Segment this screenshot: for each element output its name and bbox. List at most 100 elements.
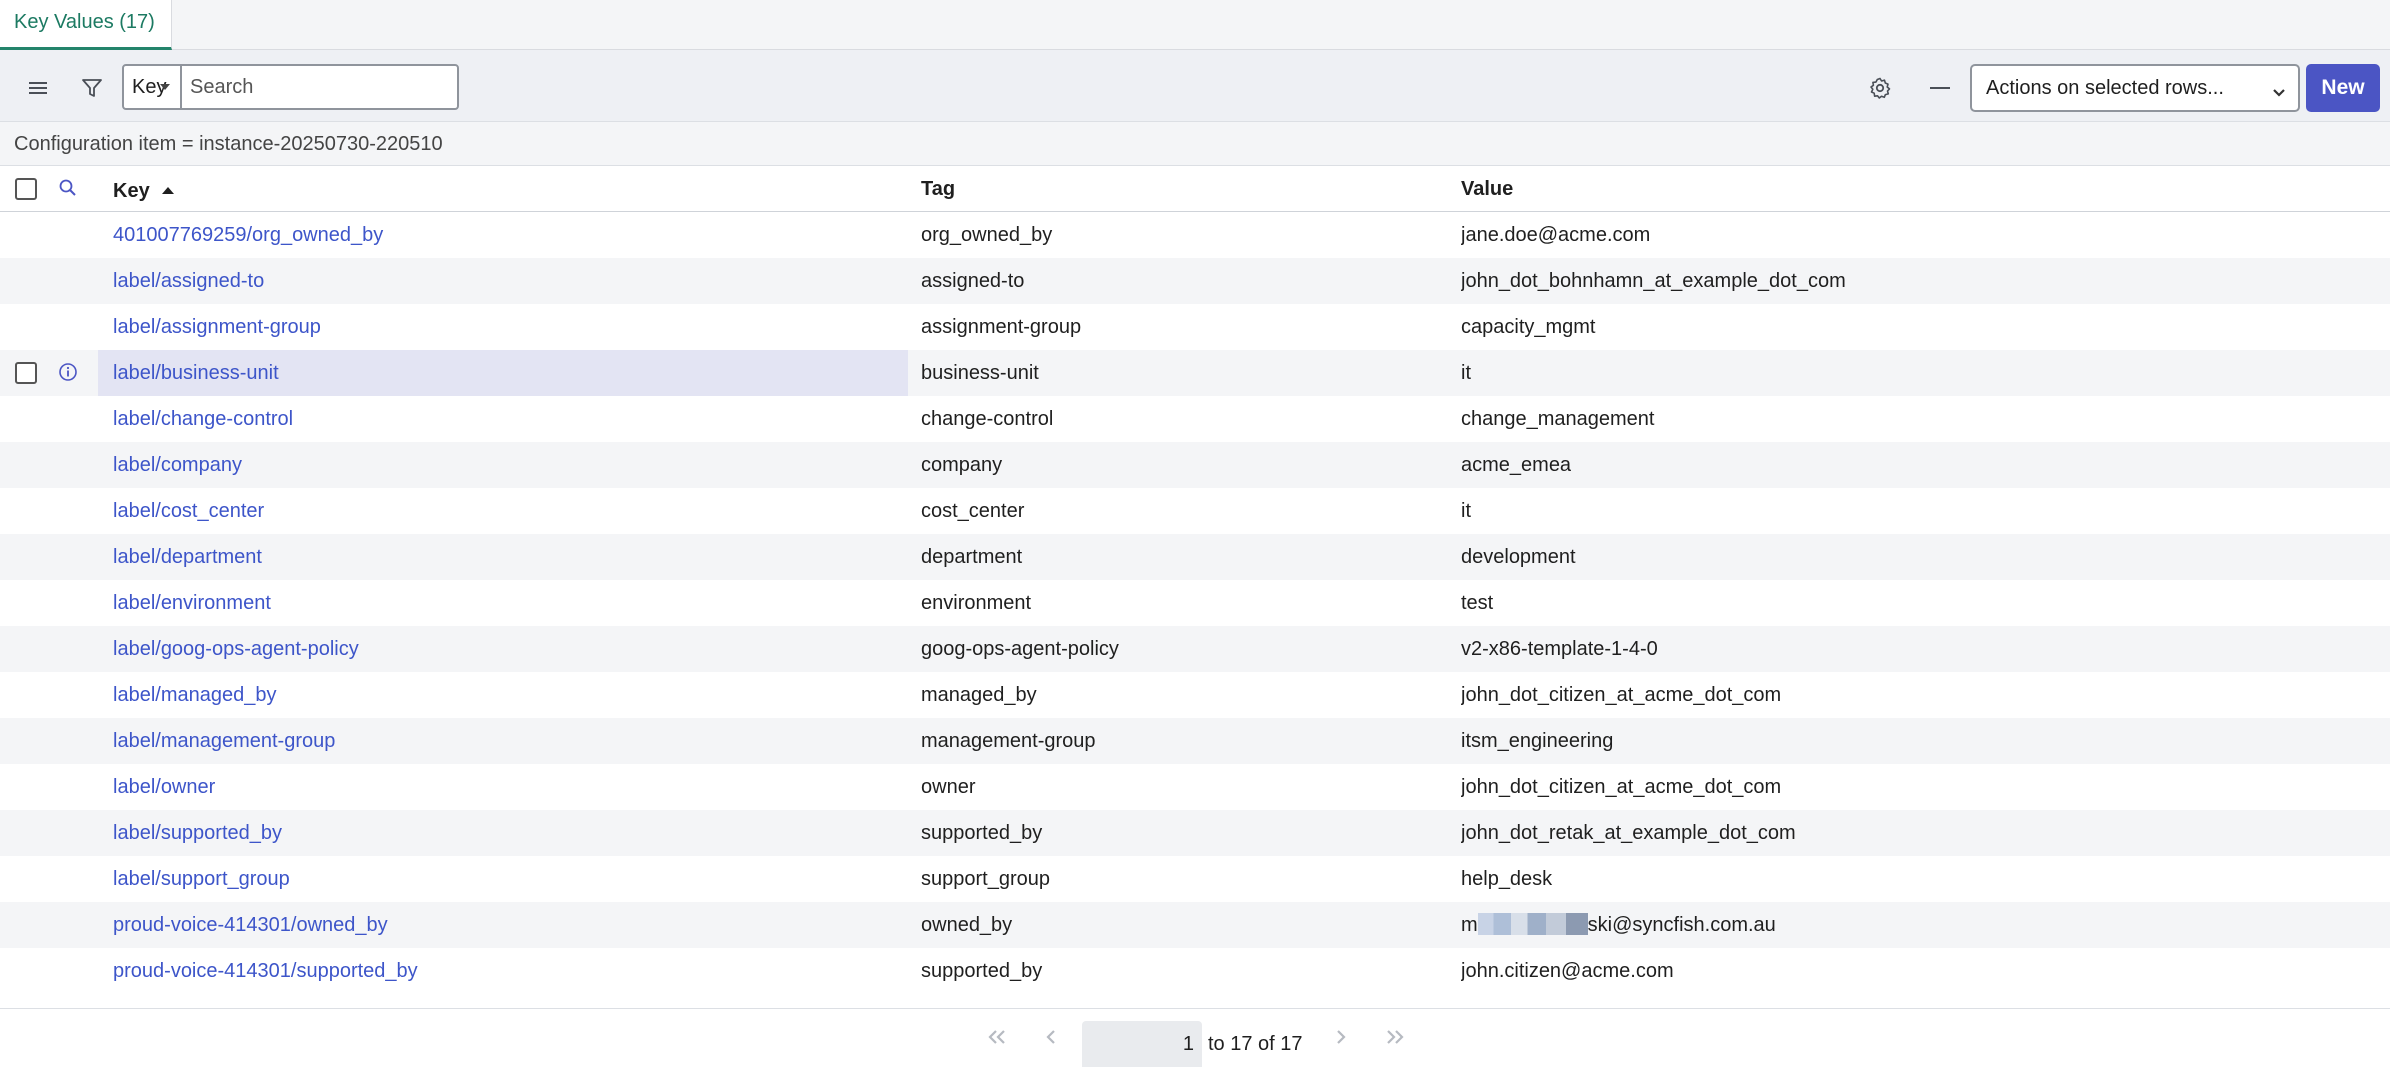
key-link[interactable]: label/cost_center: [98, 488, 908, 534]
caret-down-icon: [160, 84, 170, 90]
tag-cell: assigned-to: [921, 270, 1025, 292]
column-search-icon[interactable]: [58, 178, 80, 200]
first-page-icon[interactable]: [986, 1029, 1008, 1050]
tag-cell: change-control: [921, 408, 1054, 430]
value-cell: acme_emea: [1461, 454, 1572, 476]
key-link[interactable]: label/owner: [98, 764, 908, 810]
value-cell: v2-x86-template-1-4-0: [1461, 638, 1658, 660]
hamburger-menu-icon[interactable]: [22, 72, 54, 104]
tag-cell: assignment-group: [921, 316, 1082, 338]
tab-key-values[interactable]: Key Values (17): [0, 0, 172, 50]
table-row[interactable]: label/change-control change-control chan…: [0, 396, 2390, 442]
table-row[interactable]: label/goog-ops-agent-policy goog-ops-age…: [0, 626, 2390, 672]
value-prefix: m: [1461, 914, 1478, 936]
new-button[interactable]: New: [2306, 64, 2380, 112]
tag-cell: management-group: [921, 730, 1096, 752]
table-row[interactable]: label/assignment-group assignment-group …: [0, 304, 2390, 350]
list-toolbar: Key Actions on selected rows... New: [0, 50, 2390, 122]
tag-cell: owned_by: [921, 914, 1013, 936]
tag-cell: environment: [921, 592, 1032, 614]
key-link[interactable]: label/assigned-to: [98, 258, 908, 304]
last-page-icon[interactable]: [1384, 1029, 1406, 1050]
key-link[interactable]: label/environment: [98, 580, 908, 626]
key-link[interactable]: label/assignment-group: [98, 304, 908, 350]
key-link[interactable]: label/change-control: [98, 396, 908, 442]
column-header-key-label: Key: [113, 180, 150, 202]
column-header-key[interactable]: Key: [113, 166, 175, 212]
tag-cell: business-unit: [921, 362, 1039, 384]
tag-cell: support_group: [921, 868, 1050, 890]
redacted-blur: [1477, 913, 1588, 935]
key-link[interactable]: label/support_group: [98, 856, 908, 902]
table-row[interactable]: label/supported_by supported_by john_dot…: [0, 810, 2390, 856]
tag-cell: company: [921, 454, 1003, 476]
select-all-checkbox[interactable]: [15, 178, 37, 200]
collapse-minus-icon[interactable]: [1924, 72, 1956, 104]
tag-cell: department: [921, 546, 1023, 568]
table-row[interactable]: label/management-group management-group …: [0, 718, 2390, 764]
table-row[interactable]: 401007769259/org_owned_by org_owned_by j…: [0, 212, 2390, 258]
tab-strip: Key Values (17): [0, 0, 2390, 50]
search-input[interactable]: [182, 66, 457, 108]
table-row[interactable]: proud-voice-414301/supported_by supporte…: [0, 948, 2390, 994]
breadcrumb[interactable]: Configuration item = instance-20250730-2…: [0, 122, 2390, 166]
tag-cell: supported_by: [921, 960, 1043, 982]
search-group: Key: [122, 64, 459, 110]
value-cell: it: [1461, 500, 1471, 522]
table-row[interactable]: label/environment environment test: [0, 580, 2390, 626]
table-row[interactable]: label/managed_by managed_by john_dot_cit…: [0, 672, 2390, 718]
table-row[interactable]: label/company company acme_emea: [0, 442, 2390, 488]
table-row[interactable]: label/support_group support_group help_d…: [0, 856, 2390, 902]
filter-icon[interactable]: [76, 72, 108, 104]
value-cell: itsm_engineering: [1461, 730, 1614, 752]
value-suffix: ski@syncfish.com.au: [1587, 914, 1776, 936]
value-cell: change_management: [1461, 408, 1655, 430]
search-field-select[interactable]: Key: [124, 66, 182, 108]
next-page-icon[interactable]: [1334, 1029, 1348, 1050]
key-link[interactable]: 401007769259/org_owned_by: [98, 212, 908, 258]
previous-page-icon[interactable]: [1044, 1029, 1058, 1050]
tag-cell: owner: [921, 776, 976, 798]
table-row[interactable]: label/cost_center cost_center it: [0, 488, 2390, 534]
info-icon[interactable]: [58, 362, 80, 384]
table-row[interactable]: label/assigned-to assigned-to john_dot_b…: [0, 258, 2390, 304]
key-link[interactable]: label/goog-ops-agent-policy: [98, 626, 908, 672]
key-link[interactable]: label/management-group: [98, 718, 908, 764]
key-link[interactable]: label/business-unit: [98, 350, 908, 396]
value-cell: john_dot_citizen_at_acme_dot_com: [1461, 776, 1782, 798]
value-cell: it: [1461, 362, 1471, 384]
value-cell: test: [1461, 592, 1494, 614]
key-link[interactable]: label/department: [98, 534, 908, 580]
value-cell: m ski@syncfish.com.au: [1461, 902, 2361, 948]
table-header: Key Tag Value: [0, 166, 2390, 212]
page-range-text: to 17 of 17: [1208, 1033, 1303, 1055]
key-link[interactable]: label/company: [98, 442, 908, 488]
value-cell: john_dot_bohnhamn_at_example_dot_com: [1461, 270, 1846, 292]
tag-cell: cost_center: [921, 500, 1025, 522]
column-header-value[interactable]: Value: [1461, 166, 1513, 212]
gear-icon[interactable]: [1864, 72, 1896, 104]
value-cell: development: [1461, 546, 1576, 568]
key-link[interactable]: proud-voice-414301/owned_by: [98, 902, 908, 948]
table-row[interactable]: label/business-unit business-unit it: [0, 350, 2390, 396]
actions-on-selected-rows-select[interactable]: Actions on selected rows...: [1970, 64, 2300, 112]
value-cell: help_desk: [1461, 868, 1553, 890]
key-link[interactable]: label/supported_by: [98, 810, 908, 856]
column-header-tag[interactable]: Tag: [921, 166, 955, 212]
page-number-input[interactable]: 1: [1082, 1021, 1202, 1067]
value-cell: john_dot_citizen_at_acme_dot_com: [1461, 684, 1782, 706]
value-cell: john_dot_retak_at_example_dot_com: [1461, 822, 1796, 844]
key-values-table: Key Tag Value 401007769259/org_owned_by …: [0, 166, 2390, 994]
tag-cell: goog-ops-agent-policy: [921, 638, 1119, 660]
row-select-checkbox[interactable]: [15, 362, 37, 384]
tag-cell: org_owned_by: [921, 224, 1053, 246]
key-link[interactable]: proud-voice-414301/supported_by: [98, 948, 908, 994]
table-row[interactable]: label/owner owner john_dot_citizen_at_ac…: [0, 764, 2390, 810]
actions-select-label: Actions on selected rows...: [1986, 77, 2224, 99]
tag-cell: managed_by: [921, 684, 1037, 706]
key-link[interactable]: label/managed_by: [98, 672, 908, 718]
value-cell: jane.doe@acme.com: [1461, 224, 1651, 246]
table-row[interactable]: proud-voice-414301/owned_by owned_by m sk…: [0, 902, 2390, 948]
table-row[interactable]: label/department department development: [0, 534, 2390, 580]
pagination: 1 to 17 of 17: [0, 1008, 2390, 1067]
